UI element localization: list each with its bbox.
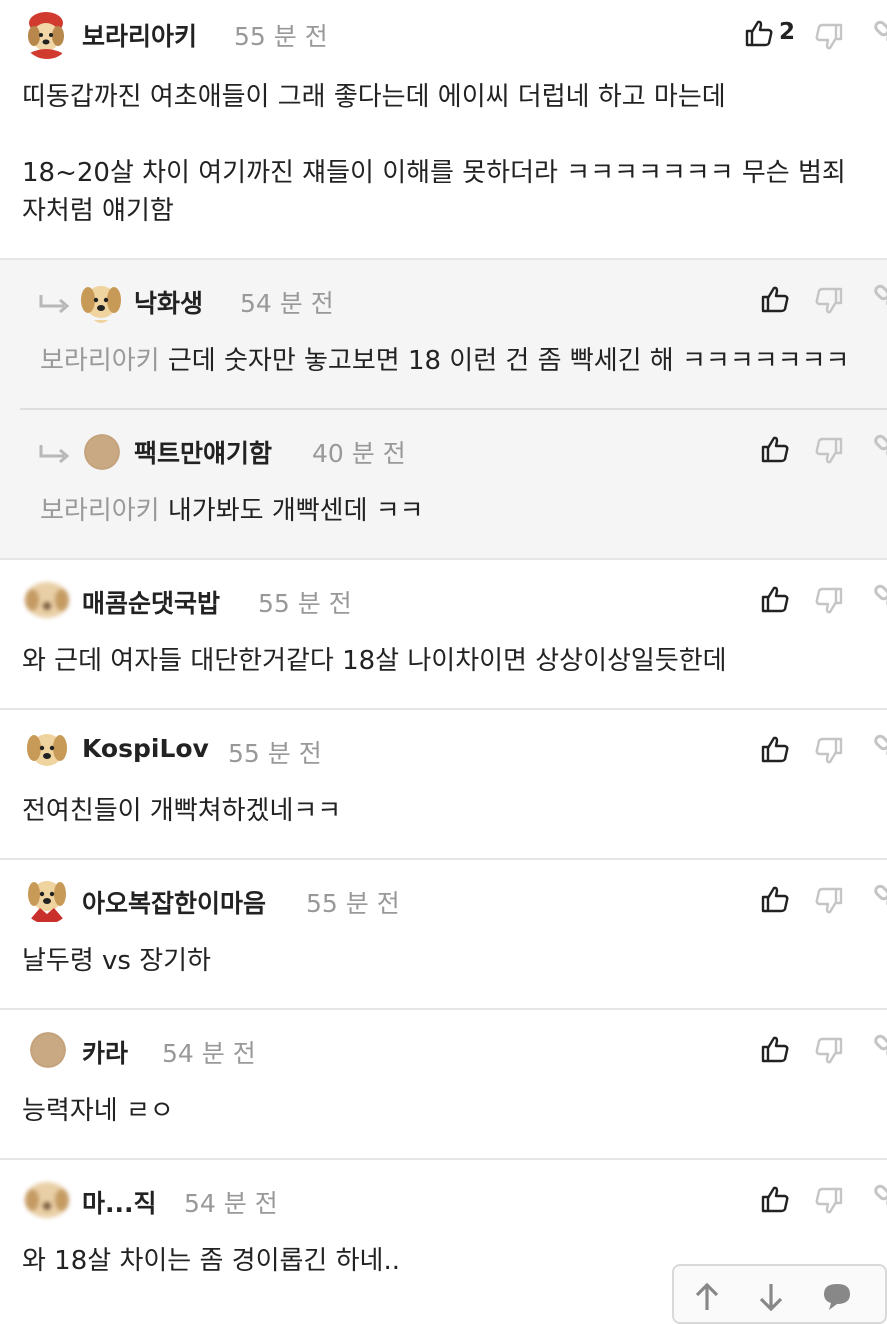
avatar[interactable] [76, 276, 126, 326]
comment-text: 전여친들이 개빡쳐하겠네ㅋㅋ [22, 796, 342, 826]
comment-item: 매콤순댓국밥 55 분 전 와 근데 여자들 대단한거같다 18살 나이차이면 … [0, 560, 887, 710]
thumbs-down-icon[interactable] [814, 736, 844, 766]
comment-time: 55 분 전 [306, 889, 400, 918]
like-count: 2 [779, 19, 796, 45]
comment-author[interactable]: KospiLov [82, 734, 209, 763]
thumbs-up-icon[interactable] [760, 884, 790, 914]
thumbs-up-icon[interactable] [744, 18, 774, 48]
comment-text: 띠동갑까진 여초애들이 그래 좋다는데 에이씨 더럽네 하고 마는데 18~20… [22, 82, 846, 226]
avatar[interactable] [30, 1032, 66, 1068]
thumbs-down-icon[interactable] [814, 586, 844, 616]
thumbs-up-icon[interactable] [760, 584, 790, 614]
arrow-down-icon[interactable] [754, 1280, 788, 1314]
comment-text: 보라리아키 내가봐도 개빡센데 ㅋㅋ [40, 492, 887, 530]
comment-author[interactable]: 낙화생 [134, 284, 203, 320]
mention[interactable]: 보라리아키 [40, 496, 160, 526]
comment-text: 와 근데 여자들 대단한거같다 18살 나이차이면 상상이상일듯한데 [22, 646, 727, 676]
avatar[interactable] [22, 1174, 72, 1224]
thumbs-down-icon[interactable] [814, 286, 844, 316]
avatar[interactable] [22, 574, 72, 624]
thumbs-down-icon[interactable] [814, 22, 844, 52]
reply-arrow-icon [38, 442, 72, 468]
thumbs-down-icon[interactable] [814, 886, 844, 916]
comment-time: 54 분 전 [240, 289, 334, 318]
floating-nav-bar [672, 1264, 887, 1324]
comment-text: 보라리아키 근데 숫자만 놓고보면 18 이런 건 좀 빡세긴 해 ㅋㅋㅋㅋㅋㅋ… [40, 342, 887, 380]
thumbs-up-icon[interactable] [760, 1034, 790, 1064]
link-icon[interactable] [873, 1034, 887, 1064]
comment-item: 카라 54 분 전 능력자네 ㄹㅇ [0, 1010, 887, 1160]
speech-bubble-icon[interactable] [820, 1280, 854, 1314]
avatar[interactable] [22, 724, 72, 774]
reply-item: 팩트만얘기함 40 분 전 보라리아키 내가봐도 개빡센데 ㅋㅋ [0, 410, 887, 560]
comment-text: 날두령 vs 장기하 [22, 946, 211, 976]
link-icon[interactable] [873, 584, 887, 614]
comment-time: 55 분 전 [258, 589, 352, 618]
comment-text: 능력자네 ㄹㅇ [22, 1096, 174, 1126]
thumbs-down-icon[interactable] [814, 436, 844, 466]
link-icon[interactable] [873, 884, 887, 914]
comment-time: 55 분 전 [228, 739, 322, 768]
thumbs-up-icon[interactable] [760, 1184, 790, 1214]
link-icon[interactable] [873, 734, 887, 764]
comment-author[interactable]: 팩트만얘기함 [134, 434, 272, 470]
mention[interactable]: 보라리아키 [40, 346, 160, 376]
comment-author[interactable]: 보라리아키 [82, 17, 197, 53]
reply-text: 근데 숫자만 놓고보면 18 이런 건 좀 빡세긴 해 ㅋㅋㅋㅋㅋㅋㅋ [167, 346, 850, 376]
avatar[interactable] [84, 434, 120, 470]
comment-author[interactable]: 마...직 [82, 1184, 157, 1220]
arrow-up-icon[interactable] [690, 1280, 724, 1314]
thumbs-up-icon[interactable] [760, 284, 790, 314]
thumbs-down-icon[interactable] [814, 1036, 844, 1066]
thumbs-down-icon[interactable] [814, 1186, 844, 1216]
avatar[interactable] [22, 9, 72, 59]
comment-item: 보라리아키 55 분 전 2 띠동갑까진 여초애들이 그래 좋다는데 에이씨 더… [0, 0, 887, 260]
thumbs-up-icon[interactable] [760, 734, 790, 764]
link-icon[interactable] [873, 434, 887, 464]
link-icon[interactable] [873, 1184, 887, 1214]
link-icon[interactable] [873, 20, 887, 50]
comment-author[interactable]: 매콤순댓국밥 [82, 584, 220, 620]
comment-time: 40 분 전 [312, 439, 406, 468]
reply-arrow-icon [38, 292, 72, 318]
comment-author[interactable]: 카라 [82, 1034, 128, 1070]
comment-time: 55 분 전 [234, 22, 328, 51]
reply-item: 낙화생 54 분 전 보라리아키 근데 숫자만 놓고보면 18 이런 건 좀 빡… [0, 260, 887, 410]
thumbs-up-icon[interactable] [760, 434, 790, 464]
comment-item: 아오복잡한이마음 55 분 전 날두령 vs 장기하 [0, 860, 887, 1010]
reply-text: 내가봐도 개빡센데 ㅋㅋ [167, 496, 424, 526]
comment-time: 54 분 전 [162, 1039, 256, 1068]
comment-time: 54 분 전 [184, 1189, 278, 1218]
comment-author[interactable]: 아오복잡한이마음 [82, 884, 266, 920]
comment-item: KospiLov 55 분 전 전여친들이 개빡쳐하겠네ㅋㅋ [0, 710, 887, 860]
link-icon[interactable] [873, 284, 887, 314]
avatar[interactable] [22, 874, 72, 924]
